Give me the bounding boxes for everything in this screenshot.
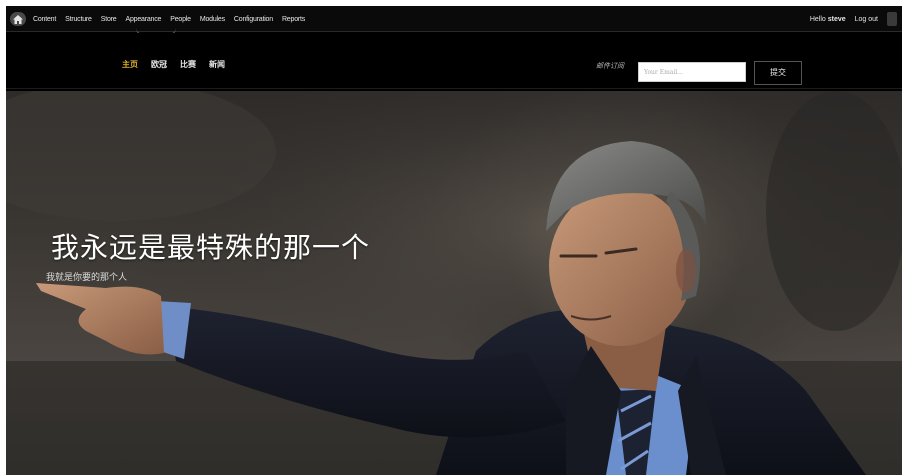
username-link[interactable]: steve [828, 16, 846, 23]
admin-menu-store[interactable]: Store [101, 16, 117, 23]
main-nav: 主页 欧冠 比赛 新闻 [122, 33, 238, 95]
admin-menu-structure[interactable]: Structure [65, 16, 92, 23]
hero-title: 我永远是最特殊的那一个 [51, 231, 371, 264]
nav-item-matches[interactable]: 比赛 [180, 59, 196, 70]
admin-menu-appearance[interactable]: Appearance [125, 16, 161, 23]
hello-user: Hello steve [810, 16, 846, 23]
hello-prefix: Hello [809, 15, 828, 23]
hero-photo [6, 91, 902, 475]
submit-button[interactable]: 提交 [754, 61, 802, 85]
browser-viewport: Content Structure Store Appearance Peopl… [6, 6, 902, 475]
subscribe-label: 邮件订阅 [596, 62, 624, 70]
shortcuts-toggle-icon[interactable] [887, 12, 897, 26]
hero-banner: 我永远是最特殊的那一个 我就是你要的那个人 [6, 91, 902, 475]
site-header: 主页 欧冠 比赛 新闻 邮件订阅 提交 [6, 33, 902, 89]
admin-menu-modules[interactable]: Modules [200, 16, 225, 23]
logout-link[interactable]: Log out [855, 16, 878, 23]
admin-user-area: Hello steve Log out [810, 6, 897, 32]
admin-menu-reports[interactable]: Reports [282, 16, 305, 23]
admin-menu-content[interactable]: Content [33, 16, 56, 23]
admin-menu-configuration[interactable]: Configuration [234, 16, 273, 23]
admin-menu-people[interactable]: People [170, 16, 191, 23]
nav-item-champions-league[interactable]: 欧冠 [151, 59, 167, 70]
email-field[interactable] [638, 62, 746, 82]
hero-subtitle: 我就是你要的那个人 [46, 273, 128, 283]
home-icon[interactable] [10, 12, 26, 26]
nav-item-news[interactable]: 新闻 [209, 59, 225, 70]
nav-item-home[interactable]: 主页 [122, 59, 138, 70]
